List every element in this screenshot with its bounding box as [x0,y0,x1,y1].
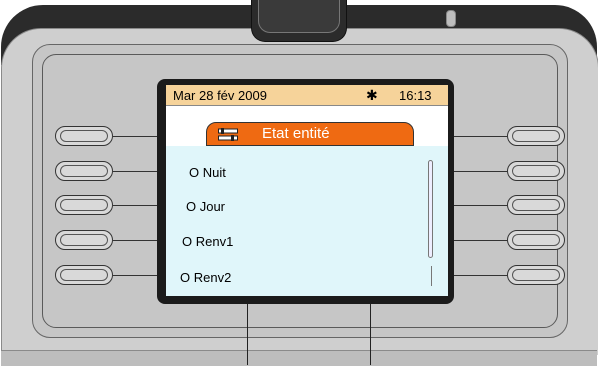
message-indicator-led [446,10,456,27]
left-softkey-5[interactable] [55,265,113,285]
scrollbar[interactable] [428,160,433,258]
left-key-connector [113,171,159,172]
right-key-connector [453,240,507,241]
right-key-connector [453,136,507,137]
left-key-connector [113,205,159,206]
status-time: 16:13 [399,88,432,103]
right-softkey-2[interactable] [507,161,565,181]
right-softkey-4[interactable] [507,230,565,250]
left-key-connector [113,136,159,137]
right-softkey-5[interactable] [507,265,565,285]
menu-item-nuit[interactable]: O Nuit [189,165,226,180]
menu-item-jour[interactable]: O Jour [186,199,225,214]
left-softkey-3[interactable] [55,195,113,215]
right-key-connector [453,275,507,276]
leader-line [247,304,248,365]
left-key-connector [113,275,159,276]
right-softkey-3[interactable] [507,195,565,215]
left-softkey-2[interactable] [55,161,113,181]
page-title: Etat entité [262,125,330,142]
left-softkey-4[interactable] [55,230,113,250]
tools-icon [218,128,238,141]
right-softkey-1[interactable] [507,126,565,146]
menu-item-renv2[interactable]: O Renv2 [180,270,231,285]
left-key-connector [113,240,159,241]
right-key-connector [453,205,507,206]
network-icon: ✱ [366,87,378,103]
right-key-connector [453,171,507,172]
status-date: Mar 28 fév 2009 [173,88,267,103]
menu-item-renv1[interactable]: O Renv1 [182,234,233,249]
handset-notch-inner [258,0,340,33]
scrollbar-track [431,266,432,286]
leader-line [370,304,371,365]
keypad-edge [1,350,597,366]
left-softkey-1[interactable] [55,126,113,146]
